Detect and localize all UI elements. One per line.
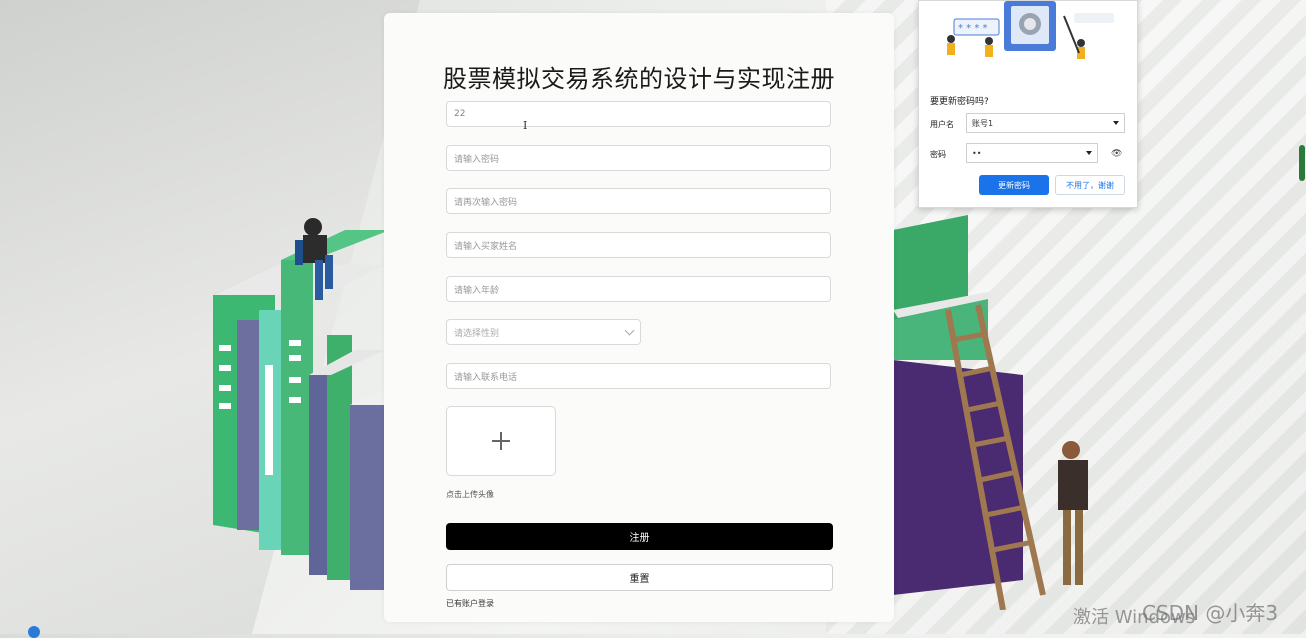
password-field[interactable]: 请输入密码 bbox=[446, 145, 831, 171]
dropdown-arrow-icon bbox=[1113, 121, 1119, 125]
reset-button[interactable]: 重置 bbox=[446, 564, 833, 591]
dropdown-arrow-icon bbox=[1086, 151, 1092, 155]
text-cursor-icon: I bbox=[523, 119, 528, 132]
scrollbar-thumb[interactable] bbox=[1299, 145, 1305, 181]
gender-select-placeholder: 请选择性别 bbox=[454, 328, 500, 339]
books-illustration-left bbox=[213, 218, 390, 590]
books-illustration-right bbox=[893, 215, 1088, 610]
login-link[interactable]: 已有账户登录 bbox=[446, 598, 494, 609]
age-field[interactable]: 请输入年龄 bbox=[446, 276, 831, 302]
register-button[interactable]: 注册 bbox=[446, 523, 833, 550]
name-field[interactable]: 请输入买家姓名 bbox=[446, 232, 831, 258]
page-title: 股票模拟交易系统的设计与实现注册 bbox=[443, 65, 835, 93]
gender-select[interactable]: 请选择性别 bbox=[446, 319, 641, 345]
password-illustration: * * * * bbox=[947, 1, 1114, 59]
update-password-button[interactable]: 更新密码 bbox=[979, 175, 1049, 195]
eye-icon[interactable]: 👁 bbox=[1111, 149, 1122, 159]
register-card: 股票模拟交易系统的设计与实现注册 22 请输入密码 请再次输入密码 请输入买家姓… bbox=[384, 13, 894, 622]
plus-icon bbox=[492, 432, 510, 450]
account-field[interactable]: 22 bbox=[446, 101, 831, 127]
username-select[interactable]: 账号1 bbox=[966, 113, 1125, 133]
svg-text:* * * *: * * * * bbox=[958, 23, 988, 34]
password-label: 密码 bbox=[930, 150, 946, 159]
avatar-upload[interactable] bbox=[446, 406, 556, 476]
update-password-popup: * * * * 要更新密码吗? 用户名 账号1 密码 •• 👁 更新密码 不用了… bbox=[918, 0, 1138, 208]
username-value: 账号1 bbox=[972, 118, 994, 128]
password-value: •• bbox=[972, 148, 982, 158]
phone-field[interactable]: 请输入联系电话 bbox=[446, 363, 831, 389]
popup-question: 要更新密码吗? bbox=[930, 97, 989, 107]
csdn-watermark: CSDN @小奔3 bbox=[1142, 601, 1279, 625]
password-select[interactable]: •• bbox=[966, 143, 1098, 163]
dismiss-button[interactable]: 不用了，谢谢 bbox=[1055, 175, 1125, 195]
confirm-password-field[interactable]: 请再次输入密码 bbox=[446, 188, 831, 214]
corner-indicator bbox=[28, 626, 40, 638]
username-label: 用户名 bbox=[930, 120, 954, 129]
chevron-down-icon bbox=[624, 325, 635, 335]
upload-hint: 点击上传头像 bbox=[446, 490, 494, 499]
